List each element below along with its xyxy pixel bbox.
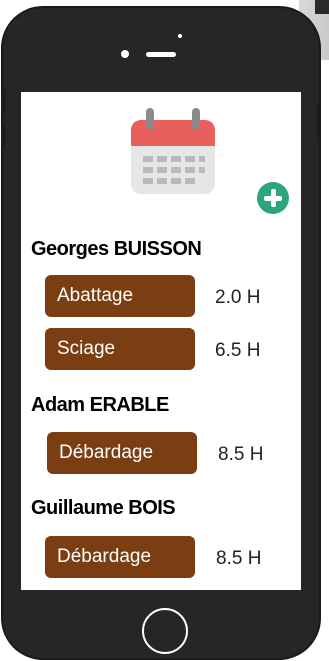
task-pill[interactable]: Sciage [45, 328, 195, 370]
calendar-icon[interactable] [129, 106, 217, 196]
power-button[interactable] [317, 103, 321, 143]
person-name: Guillaume BOIS [31, 497, 176, 519]
person-name: Adam ERABLE [31, 394, 169, 416]
task-hours: 8.5 H [218, 444, 264, 465]
person-name: Georges BUISSON [31, 238, 202, 260]
phone-frame: Georges BUISSON Abattage 2.0 H Sciage 6.… [1, 8, 321, 658]
add-button[interactable] [257, 182, 289, 214]
task-hours: 8.5 H [216, 548, 262, 569]
front-sensor [178, 34, 182, 38]
task-hours: 6.5 H [215, 340, 261, 361]
volume-down-button[interactable] [1, 123, 5, 149]
task-label: Sciage [57, 338, 116, 359]
task-label: Débardage [57, 546, 152, 567]
plus-icon-vertical [270, 189, 276, 207]
task-pill[interactable]: Débardage [47, 432, 197, 474]
earpiece-speaker [146, 52, 176, 57]
task-label: Débardage [59, 442, 154, 463]
task-hours: 2.0 H [215, 287, 261, 308]
task-pill[interactable]: Abattage [45, 275, 195, 317]
home-button[interactable] [142, 608, 188, 654]
front-camera [121, 50, 129, 58]
volume-up-button[interactable] [1, 88, 5, 114]
task-pill[interactable]: Débardage [45, 536, 195, 578]
phone-screen: Georges BUISSON Abattage 2.0 H Sciage 6.… [21, 92, 301, 590]
task-label: Abattage [57, 285, 134, 306]
